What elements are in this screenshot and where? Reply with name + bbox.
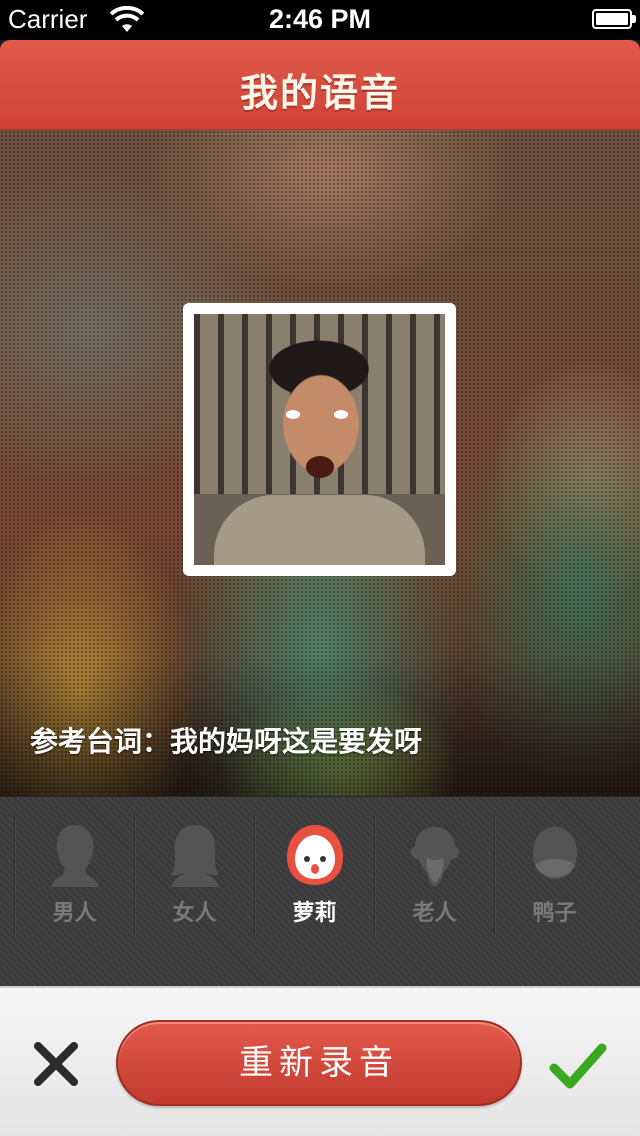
status-time: 2:46 PM — [268, 4, 372, 34]
nav-bar: 我的语音 — [0, 40, 640, 130]
voice-label-woman: 女人 — [172, 901, 217, 926]
video-preview: 参考台词：我的妈呀这是要发呀 — [0, 130, 640, 796]
voice-option-woman[interactable]: 女人 — [134, 815, 254, 935]
voice-option-old-man[interactable]: 老人 — [374, 815, 494, 935]
clip-thumbnail[interactable] — [183, 303, 456, 576]
loli-face-icon — [287, 825, 343, 885]
man-silhouette-icon — [51, 825, 99, 887]
thumbnail-eye-left — [286, 410, 300, 419]
thumbnail-shirt — [214, 495, 425, 565]
status-bar: Carrier 2:46 PM — [0, 0, 640, 40]
voice-option-loli[interactable]: 萝莉 — [254, 815, 374, 935]
voice-option-man[interactable]: 男人 — [14, 815, 134, 935]
thumbnail-mouth — [306, 456, 334, 478]
page-title: 我的语音 — [239, 71, 400, 115]
woman-silhouette-icon — [171, 825, 219, 887]
checkmark-icon[interactable] — [548, 1038, 608, 1094]
thumbnail-image — [194, 314, 445, 565]
reference-line: 参考台词：我的妈呀这是要发呀 — [30, 725, 423, 758]
voice-label-man: 男人 — [52, 901, 97, 926]
bottom-action-bar: 重新录音 — [0, 986, 640, 1136]
thumbnail-eye-right — [334, 410, 348, 419]
battery-icon — [592, 9, 636, 29]
voice-selector: 男人 女人 萝莉 老人 鸭子 — [0, 796, 640, 987]
voice-label-old-man: 老人 — [412, 901, 457, 926]
duck-icon — [533, 826, 577, 879]
voice-label-loli: 萝莉 — [292, 901, 337, 926]
rerecord-button[interactable]: 重新录音 — [116, 1020, 522, 1106]
voice-option-duck[interactable]: 鸭子 — [494, 815, 614, 935]
close-icon[interactable] — [28, 1036, 84, 1092]
voice-label-duck: 鸭子 — [532, 901, 577, 926]
old-man-icon — [410, 827, 460, 887]
